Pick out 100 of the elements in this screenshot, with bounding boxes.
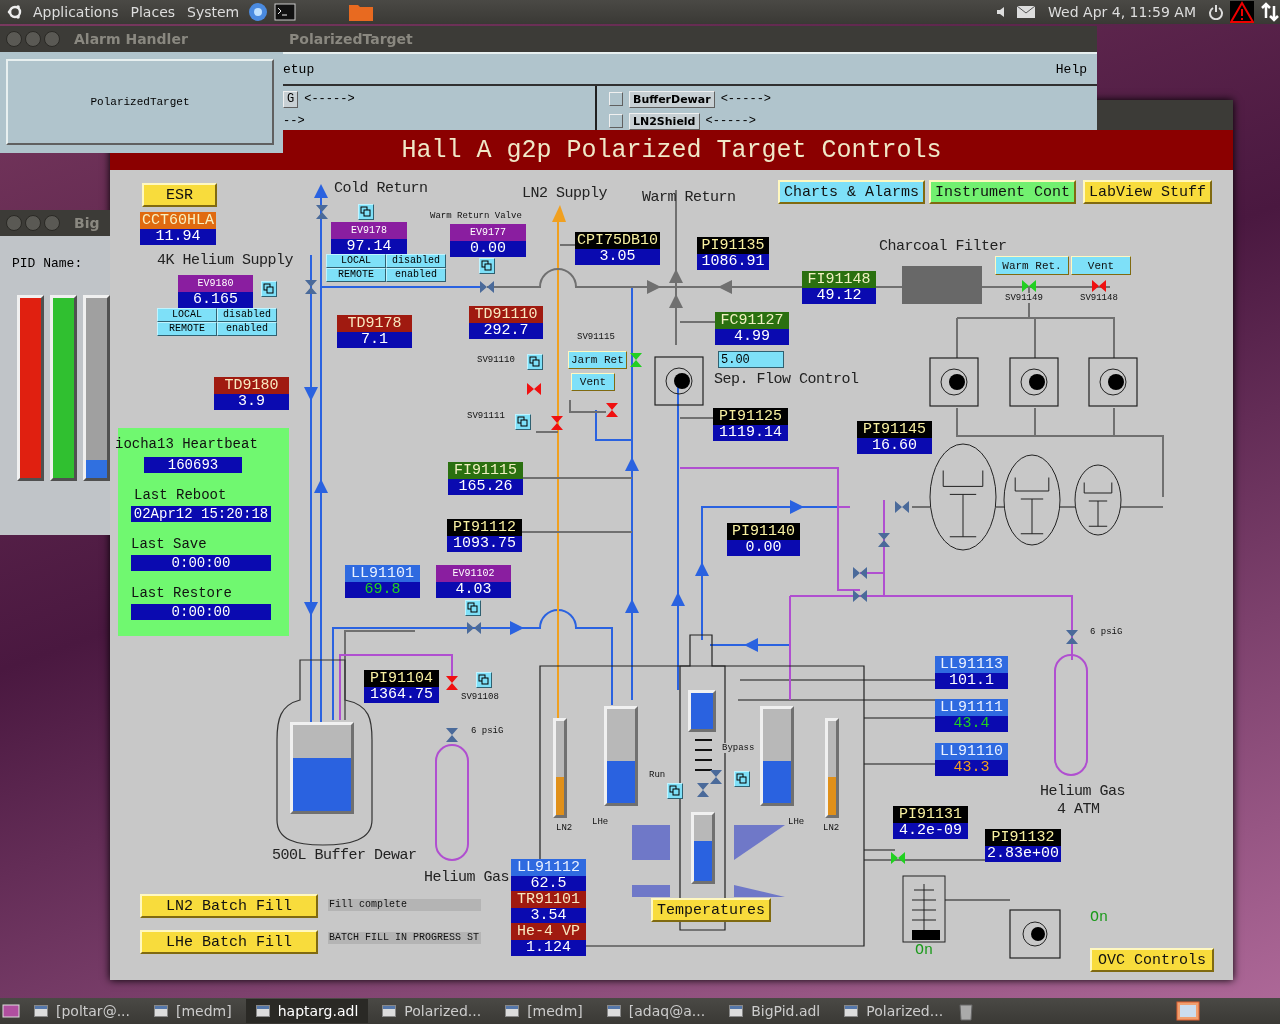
valve-icon[interactable]	[606, 403, 618, 417]
valve-icon	[305, 280, 317, 294]
valve-icon	[710, 770, 722, 784]
related-display-button[interactable]	[476, 672, 492, 688]
workspace-icon[interactable]	[1176, 1001, 1200, 1021]
panel-button[interactable]: ESR	[142, 183, 217, 207]
flow-arrow-icon	[304, 387, 318, 401]
warning-icon[interactable]	[1230, 1, 1254, 23]
flow-arrow-icon	[552, 205, 566, 222]
menu-item[interactable]: Help	[1055, 61, 1087, 77]
valve-icon[interactable]	[446, 676, 458, 690]
panel-button[interactable]: Temperatures	[651, 898, 772, 922]
related-display-button[interactable]	[479, 258, 495, 274]
clock-text[interactable]: Wed Apr 4, 11:59 AM	[1048, 4, 1196, 20]
valve-icon[interactable]	[527, 383, 541, 395]
window-icon	[606, 1005, 621, 1017]
window-title: Big	[74, 215, 100, 231]
heartbeat-label: Last Reboot	[134, 487, 227, 503]
alarm-group-button[interactable]: PolarizedTarget	[6, 59, 274, 145]
component-label: SV91110	[477, 355, 515, 365]
pump-icon	[1009, 357, 1059, 407]
valve-icon	[467, 622, 481, 634]
terminal-icon[interactable]	[274, 3, 297, 21]
power-icon[interactable]	[1208, 4, 1224, 20]
panel-button[interactable]: LabView Stuff	[1083, 180, 1213, 204]
panel-button[interactable]: Charts & Alarms	[778, 180, 926, 204]
heartbeat-value: 02Apr12 15:20:18	[131, 506, 271, 522]
window-title: PolarizedTarget	[289, 31, 413, 47]
taskbar-item[interactable]: haptarg.adl	[245, 999, 369, 1023]
component-label: LHe	[592, 817, 609, 827]
panel-button[interactable]: Instrument Cont	[929, 180, 1077, 204]
component-label: SV91115	[577, 332, 615, 342]
show-desktop-icon[interactable]	[2, 1003, 20, 1019]
panel-menu[interactable]: Applications	[30, 4, 122, 20]
mode-button[interactable]: enabled	[386, 268, 446, 282]
mode-button[interactable]: LOCAL	[326, 254, 386, 268]
related-display-button[interactable]	[527, 354, 543, 370]
setpoint-field[interactable]: 5.00	[718, 351, 784, 368]
folder-icon[interactable]	[348, 2, 375, 22]
taskbar-item[interactable]: [poltar@...	[24, 999, 140, 1023]
related-display-button[interactable]	[261, 281, 277, 297]
mode-button[interactable]: enabled	[217, 322, 277, 336]
panel-button[interactable]: Jarm Ret	[568, 351, 627, 369]
panel-menu[interactable]: Places	[127, 4, 179, 20]
browser-icon[interactable]	[248, 2, 269, 22]
component-label: LHe	[788, 817, 805, 827]
related-display-button[interactable]	[734, 771, 750, 787]
group-button[interactable]: G	[283, 90, 299, 108]
related-display-button[interactable]	[515, 414, 531, 430]
trash-icon[interactable]	[957, 1001, 976, 1021]
panel-button[interactable]: Warm Ret.	[995, 256, 1069, 275]
panel-button[interactable]: OVC Controls	[1090, 948, 1214, 972]
readout-value: 16.60	[857, 438, 932, 454]
checkbox[interactable]	[609, 92, 623, 106]
mode-button[interactable]: disabled	[217, 308, 277, 322]
valve-icon[interactable]	[551, 416, 563, 430]
menu-item[interactable]: etup	[283, 61, 315, 77]
taskbar-item[interactable]: Polarized...	[834, 999, 954, 1023]
group-button[interactable]: LN2Shield	[629, 112, 700, 130]
section-label: 4 ATM	[1057, 801, 1100, 818]
valve-icon[interactable]	[630, 353, 642, 367]
mode-button[interactable]: REMOTE	[326, 268, 386, 282]
taskbar-item[interactable]: [adaq@a...	[596, 999, 716, 1023]
panel-button[interactable]: Vent	[571, 373, 615, 391]
component-label: LN2	[556, 823, 573, 833]
readout-value: 1093.75	[447, 536, 522, 552]
related-display-button[interactable]	[465, 600, 481, 616]
taskbar-item[interactable]: Polarized...	[372, 999, 492, 1023]
flow-arrow-icon	[718, 280, 732, 294]
valve-icon[interactable]	[891, 852, 905, 864]
related-display-button[interactable]	[358, 204, 374, 220]
section-label: Helium Gas	[1040, 783, 1125, 800]
mode-button[interactable]: REMOTE	[157, 322, 217, 336]
panel-button[interactable]: LHe Batch Fill	[140, 930, 318, 954]
panel-button[interactable]: Vent	[1071, 256, 1131, 275]
arrow-text: <----->	[304, 92, 355, 106]
section-label: Cold Return	[334, 180, 428, 197]
turbo-pump-drawing	[902, 875, 946, 943]
related-display-button[interactable]	[667, 783, 683, 799]
readout-label: PI91125	[713, 408, 788, 425]
window-icon	[382, 1005, 397, 1017]
fill-status-text: BATCH FILL IN PROGRESS ST	[328, 932, 481, 944]
mode-button[interactable]: LOCAL	[157, 308, 217, 322]
logo-icon[interactable]	[6, 3, 24, 21]
mail-icon[interactable]	[1016, 5, 1037, 19]
panel-menu[interactable]: System	[184, 4, 243, 20]
panel-button[interactable]: LN2 Batch Fill	[140, 894, 318, 918]
taskbar-item[interactable]: BigPid.adl	[719, 999, 831, 1023]
checkbox[interactable]	[609, 114, 623, 128]
readout-value: 6.165	[178, 292, 253, 308]
readout-label: TD91110	[469, 306, 543, 323]
group-button[interactable]: BufferDewar	[629, 90, 715, 108]
taskbar-item[interactable]: [medm]	[144, 999, 242, 1023]
readout-label: EV9180	[178, 275, 253, 292]
taskbar-item[interactable]: [medm]	[495, 999, 593, 1023]
network-icon[interactable]	[1260, 2, 1280, 22]
section-label: Charcoal Filter	[879, 238, 1007, 255]
readout-value: 101.1	[935, 673, 1008, 689]
readout-label: EV91102	[436, 565, 511, 582]
mode-button[interactable]: disabled	[386, 254, 446, 268]
